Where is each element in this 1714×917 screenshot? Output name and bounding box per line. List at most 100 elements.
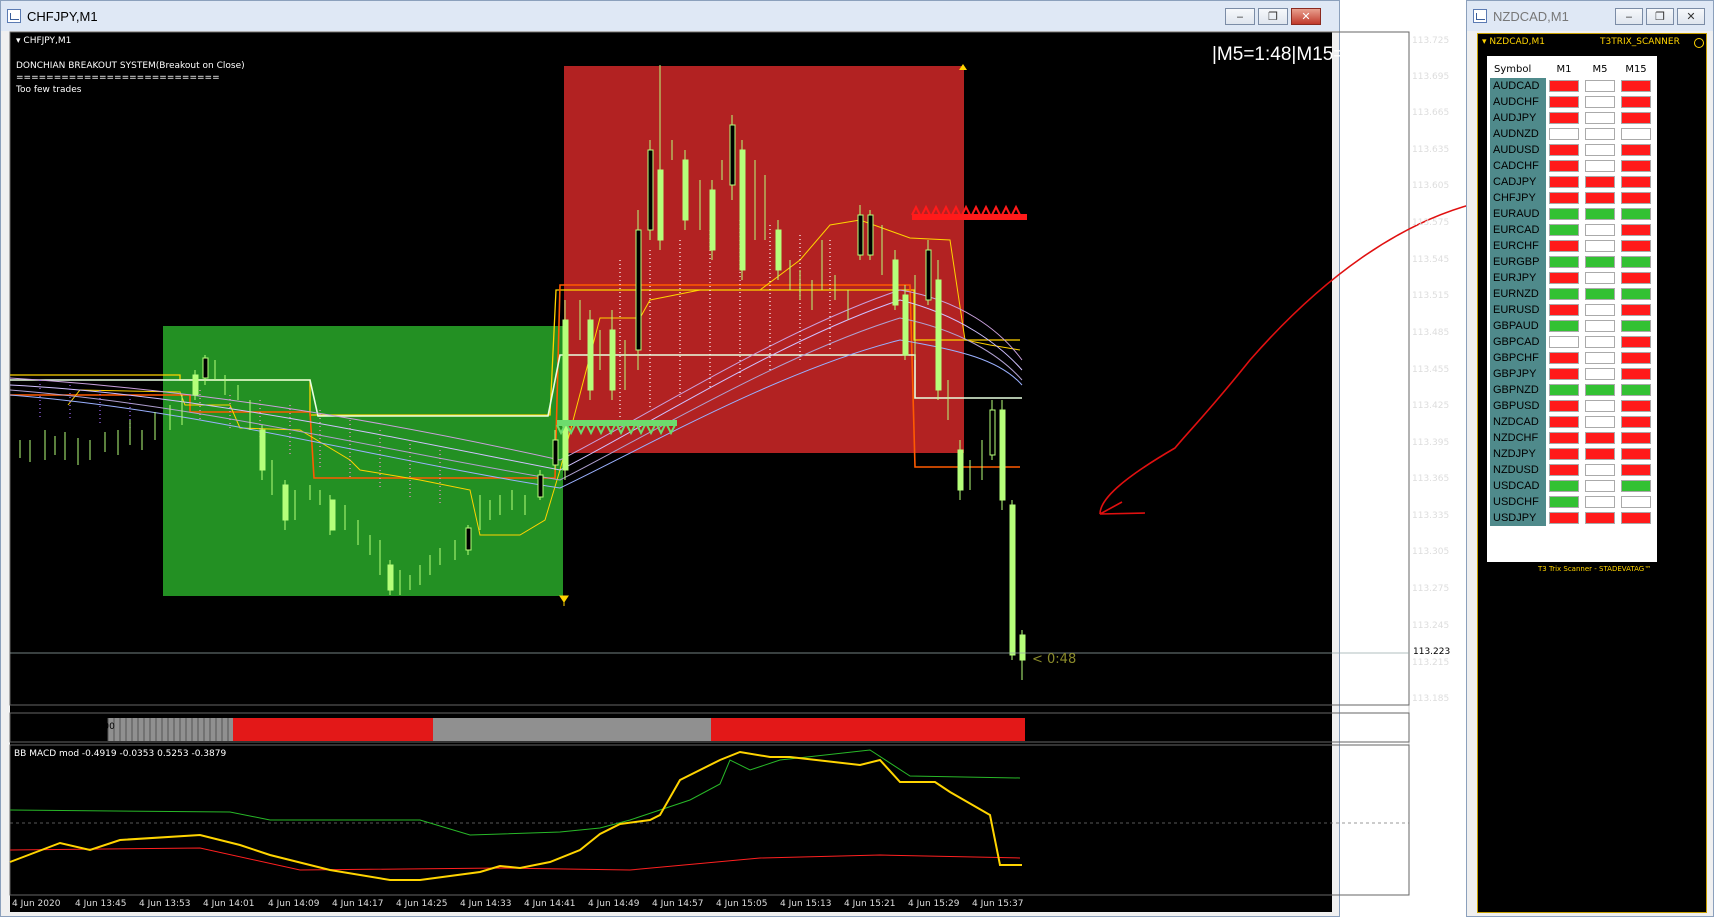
signal-indicator xyxy=(1549,208,1579,220)
signal-indicator xyxy=(1621,336,1651,348)
signal-cell-m1 xyxy=(1546,222,1582,238)
symbol-cell[interactable]: USDJPY xyxy=(1490,510,1546,526)
signal-cell-m5 xyxy=(1582,366,1618,382)
signal-indicator xyxy=(1549,192,1579,204)
signal-cell-m5 xyxy=(1582,446,1618,462)
signal-cell-m5 xyxy=(1582,334,1618,350)
signal-cell-m5 xyxy=(1582,430,1618,446)
scanner-row: GBPNZD xyxy=(1490,382,1654,398)
symbol-cell[interactable]: GBPCAD xyxy=(1490,334,1546,350)
signal-indicator xyxy=(1549,496,1579,508)
macd-tape-scale-top: 1 xyxy=(1414,719,1420,729)
symbol-cell[interactable]: EURUSD xyxy=(1490,302,1546,318)
symbol-cell[interactable]: AUDCHF xyxy=(1490,94,1546,110)
scanner-window[interactable]: NZDCAD,M1 ‒ ❐ ✕ ▾ NZDCAD,M1 T3TRIX_SCANN… xyxy=(1466,0,1714,917)
signal-indicator xyxy=(1585,304,1615,316)
scanner-row: NZDUSD xyxy=(1490,462,1654,478)
current-price-value: 113.223 xyxy=(1413,647,1451,657)
signal-indicator xyxy=(1585,400,1615,412)
chart-menu-icon[interactable]: ▾ xyxy=(16,36,21,46)
bb-panel-border xyxy=(9,744,1410,896)
symbol-cell[interactable]: NZDCAD xyxy=(1490,414,1546,430)
scanner-window-title: NZDCAD,M1 xyxy=(1493,8,1569,24)
signal-indicator xyxy=(1585,480,1615,492)
time-tick: 4 Jun 14:49 xyxy=(588,899,640,909)
signal-cell-m1 xyxy=(1546,206,1582,222)
signal-indicator xyxy=(1585,416,1615,428)
signal-cell-m1 xyxy=(1546,350,1582,366)
symbol-cell[interactable]: CADCHF xyxy=(1490,158,1546,174)
price-tick: 113.545 xyxy=(1412,255,1450,265)
symbol-cell[interactable]: EURAUD xyxy=(1490,206,1546,222)
symbol-cell[interactable]: AUDUSD xyxy=(1490,142,1546,158)
signal-indicator xyxy=(1621,352,1651,364)
signal-indicator xyxy=(1621,384,1651,396)
symbol-cell[interactable]: USDCAD xyxy=(1490,478,1546,494)
symbol-cell[interactable]: EURNZD xyxy=(1490,286,1546,302)
symbol-cell[interactable]: AUDJPY xyxy=(1490,110,1546,126)
signal-cell-m1 xyxy=(1546,254,1582,270)
scanner-chart-area[interactable]: ▾ NZDCAD,M1 T3TRIX_SCANNER Symbol M1 M5 … xyxy=(1477,33,1707,913)
symbol-cell[interactable]: USDCHF xyxy=(1490,494,1546,510)
signal-indicator xyxy=(1621,192,1651,204)
signal-cell-m1 xyxy=(1546,510,1582,526)
symbol-cell[interactable]: NZDJPY xyxy=(1490,446,1546,462)
scanner-row: USDCAD xyxy=(1490,478,1654,494)
signal-cell-m1 xyxy=(1546,190,1582,206)
signal-cell-m1 xyxy=(1546,238,1582,254)
symbol-cell[interactable]: GBPJPY xyxy=(1490,366,1546,382)
scanner-row: EURUSD xyxy=(1490,302,1654,318)
symbol-cell[interactable]: EURCHF xyxy=(1490,238,1546,254)
scanner-row: CADJPY xyxy=(1490,174,1654,190)
symbol-cell[interactable]: AUDNZD xyxy=(1490,126,1546,142)
symbol-cell[interactable]: CADJPY xyxy=(1490,174,1546,190)
signal-indicator xyxy=(1621,208,1651,220)
symbol-cell[interactable]: NZDUSD xyxy=(1490,462,1546,478)
signal-indicator xyxy=(1549,336,1579,348)
scanner-maximize-button[interactable]: ❐ xyxy=(1646,8,1674,25)
signal-cell-m15 xyxy=(1618,286,1654,302)
signal-cell-m1 xyxy=(1546,430,1582,446)
scanner-close-button[interactable]: ✕ xyxy=(1677,8,1705,25)
signal-indicator xyxy=(1621,368,1651,380)
symbol-cell[interactable]: CHFJPY xyxy=(1490,190,1546,206)
symbol-cell[interactable]: AUDCAD xyxy=(1490,78,1546,94)
symbol-cell[interactable]: NZDCHF xyxy=(1490,430,1546,446)
donchian-separator: =========================== xyxy=(16,73,220,83)
timeframe-timer: |M5=1:48|M15=1:48 xyxy=(1212,44,1382,65)
signal-indicator xyxy=(1621,304,1651,316)
signal-indicator xyxy=(1549,512,1579,524)
symbol-cell[interactable]: GBPNZD xyxy=(1490,382,1546,398)
signal-cell-m5 xyxy=(1582,286,1618,302)
signal-cell-m15 xyxy=(1618,238,1654,254)
signal-indicator xyxy=(1549,352,1579,364)
signal-cell-m5 xyxy=(1582,206,1618,222)
signal-cell-m5 xyxy=(1582,302,1618,318)
signal-indicator xyxy=(1621,288,1651,300)
scanner-minimize-button[interactable]: ‒ xyxy=(1615,8,1643,25)
zone-up-arrow-icon xyxy=(559,595,569,606)
symbol-cell[interactable]: GBPAUD xyxy=(1490,318,1546,334)
symbol-cell[interactable]: EURCAD xyxy=(1490,222,1546,238)
buy-zone-box xyxy=(163,326,563,596)
signal-cell-m15 xyxy=(1618,446,1654,462)
symbol-cell[interactable]: EURJPY xyxy=(1490,270,1546,286)
symbol-cell[interactable]: EURGBP xyxy=(1490,254,1546,270)
signal-cell-m1 xyxy=(1546,366,1582,382)
signal-cell-m15 xyxy=(1618,302,1654,318)
signal-cell-m15 xyxy=(1618,142,1654,158)
symbol-cell[interactable]: GBPUSD xyxy=(1490,398,1546,414)
signal-cell-m1 xyxy=(1546,110,1582,126)
scanner-row: GBPUSD xyxy=(1490,398,1654,414)
signal-indicator xyxy=(1549,480,1579,492)
price-tick: 113.725 xyxy=(1412,36,1450,46)
bb-macd-yellow-line xyxy=(9,750,1022,881)
signal-indicator xyxy=(1621,320,1651,332)
annotation-arrow-head-icon xyxy=(1099,501,1146,515)
signal-indicator xyxy=(1549,432,1579,444)
chart-menu-icon[interactable]: ▾ xyxy=(1482,37,1487,47)
signal-cell-m15 xyxy=(1618,254,1654,270)
symbol-cell[interactable]: GBPCHF xyxy=(1490,350,1546,366)
scanner-titlebar[interactable]: NZDCAD,M1 ‒ ❐ ✕ xyxy=(1467,1,1713,31)
scanner-footer: T3 Trix Scanner - STADEVATAG™ xyxy=(1538,565,1652,573)
